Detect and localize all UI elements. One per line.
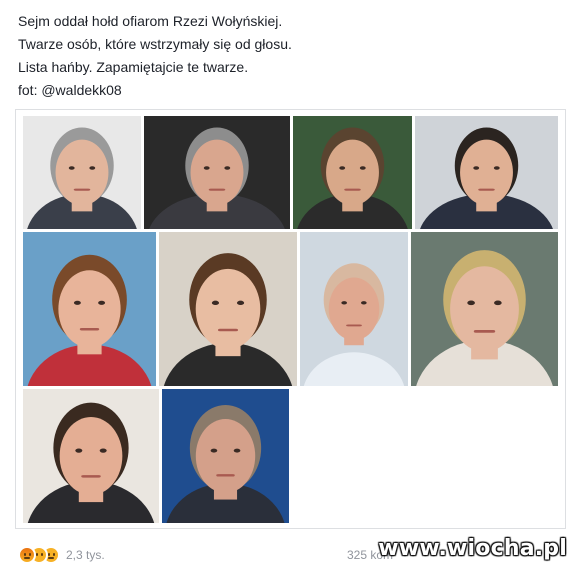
portrait-eye bbox=[99, 448, 107, 453]
portrait-image bbox=[293, 116, 412, 229]
portrait-eye bbox=[361, 301, 367, 305]
portrait-eye bbox=[224, 166, 231, 170]
portrait-eye bbox=[68, 166, 75, 170]
portrait-eye bbox=[203, 166, 210, 170]
portrait-eye bbox=[339, 166, 346, 170]
portrait-face bbox=[195, 419, 256, 493]
portrait-face bbox=[58, 270, 121, 348]
portrait-mouth bbox=[217, 328, 239, 332]
portrait-mouth bbox=[81, 475, 101, 478]
portrait-image bbox=[23, 116, 141, 229]
portrait-eye bbox=[73, 300, 81, 305]
portrait-eye bbox=[473, 166, 480, 170]
watermark: www.wiocha.pl bbox=[378, 536, 567, 561]
portrait-eye bbox=[98, 300, 106, 305]
portrait-image bbox=[23, 232, 156, 386]
post-line: Lista hańby. Zapamiętajcie te twarze. bbox=[18, 59, 249, 75]
portrait-mouth bbox=[73, 188, 91, 191]
photo-9[interactable] bbox=[23, 389, 159, 523]
portrait-face bbox=[55, 139, 109, 206]
portrait-eye bbox=[236, 300, 245, 305]
portrait-image bbox=[415, 116, 558, 229]
post-line: Sejm oddał hołd ofiarom Rzezi Wołyńskiej… bbox=[18, 13, 283, 29]
portrait-mouth bbox=[478, 188, 495, 191]
portrait-mouth bbox=[473, 330, 496, 333]
portrait-mouth bbox=[346, 324, 362, 327]
post-line: Twarze osób, które wstrzymały się od gło… bbox=[18, 36, 292, 52]
reactions-count[interactable]: 2,3 tys. bbox=[66, 548, 105, 562]
photo-2[interactable] bbox=[144, 116, 290, 229]
portrait-image bbox=[144, 116, 290, 229]
photo-5[interactable] bbox=[23, 232, 156, 386]
portrait-eye bbox=[494, 300, 502, 306]
angry-icon bbox=[18, 546, 36, 564]
portrait-image bbox=[23, 389, 159, 523]
photo-1[interactable] bbox=[23, 116, 141, 229]
portrait-image bbox=[411, 232, 558, 386]
reactions-bar[interactable]: 2,3 tys. bbox=[18, 545, 105, 565]
photo-gallery bbox=[15, 109, 566, 529]
portrait-image bbox=[162, 389, 289, 523]
portrait-eye bbox=[210, 448, 218, 453]
portrait-eye bbox=[75, 448, 83, 453]
portrait-eye bbox=[493, 166, 500, 170]
portrait-eye bbox=[467, 300, 475, 306]
portrait-mouth bbox=[344, 188, 361, 191]
portrait-mouth bbox=[208, 188, 226, 191]
portrait-eye bbox=[89, 166, 96, 170]
portrait-image bbox=[159, 232, 297, 386]
portrait-face bbox=[190, 139, 244, 206]
portrait-face bbox=[328, 277, 380, 341]
photo-6[interactable] bbox=[159, 232, 297, 386]
post-line[interactable]: fot: @waldekk08 bbox=[18, 79, 292, 102]
portrait-image bbox=[300, 232, 408, 386]
portrait-eye bbox=[211, 300, 220, 305]
photo-8[interactable] bbox=[411, 232, 558, 386]
portrait-face bbox=[450, 266, 519, 352]
photo-7[interactable] bbox=[300, 232, 408, 386]
portrait-face bbox=[59, 416, 123, 496]
photo-4[interactable] bbox=[415, 116, 558, 229]
portrait-eye bbox=[359, 166, 366, 170]
portrait-mouth bbox=[79, 328, 100, 331]
portrait-face bbox=[195, 268, 261, 350]
photo-3[interactable] bbox=[293, 116, 412, 229]
portrait-face bbox=[460, 139, 513, 206]
post-text: Sejm oddał hołd ofiarom Rzezi Wołyńskiej… bbox=[18, 10, 292, 102]
portrait-eye bbox=[233, 448, 241, 453]
photo-10[interactable] bbox=[162, 389, 289, 523]
portrait-mouth bbox=[216, 474, 235, 477]
portrait-eye bbox=[341, 301, 347, 305]
portrait-face bbox=[326, 139, 379, 206]
